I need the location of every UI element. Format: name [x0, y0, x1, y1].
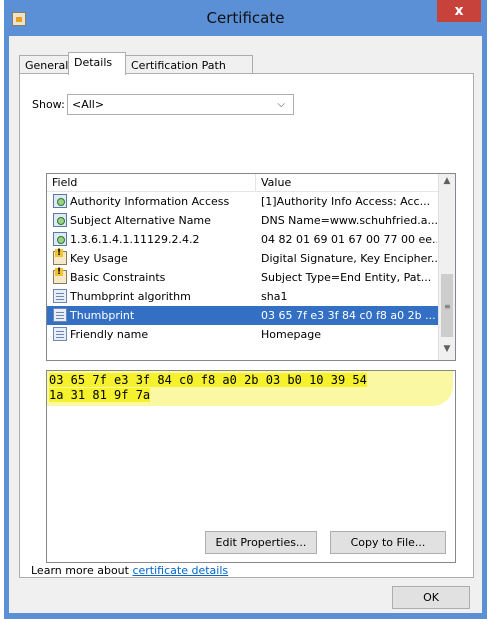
- list-scrollbar[interactable]: ▲ ≡ ▼: [438, 174, 455, 360]
- edit-properties-button[interactable]: Edit Properties...: [205, 531, 317, 554]
- field-value: 03 65 7f e3 3f 84 c0 f8 a0 2b ...: [261, 309, 436, 322]
- learn-more-text: Learn more about certificate details: [31, 564, 228, 577]
- column-header-field[interactable]: Field: [52, 176, 77, 189]
- show-select-value: <All>: [72, 98, 105, 111]
- property-icon: [53, 308, 67, 322]
- scrollbar-thumb[interactable]: ≡: [441, 274, 453, 337]
- list-header: Field Value: [47, 174, 439, 192]
- dialog-body: General Details Certification Path Show:…: [9, 36, 482, 613]
- list-item[interactable]: Friendly name Homepage: [47, 325, 439, 344]
- ok-button[interactable]: OK: [392, 586, 470, 609]
- certificate-details-link[interactable]: certificate details: [132, 564, 228, 577]
- column-header-value[interactable]: Value: [261, 176, 291, 189]
- list-item[interactable]: Thumbprint algorithm sha1: [47, 287, 439, 306]
- copy-to-file-button[interactable]: Copy to File...: [330, 531, 446, 554]
- list-item[interactable]: Key Usage Digital Signature, Key Enciphe…: [47, 249, 439, 268]
- certificate-window: Certificate x General Details Certificat…: [4, 0, 487, 619]
- field-value: Homepage: [261, 328, 321, 341]
- tab-details[interactable]: Details: [68, 52, 126, 75]
- scroll-up-arrow-icon[interactable]: ▲: [439, 176, 455, 190]
- details-panel: Show: <All> ⌵ Field Value Authority Info…: [19, 73, 474, 578]
- field-name: Subject Alternative Name: [70, 214, 211, 227]
- field-value: 04 82 01 69 01 67 00 77 00 ee...: [261, 233, 437, 246]
- field-value: DNS Name=www.schuhfried.a...: [261, 214, 437, 227]
- field-value: sha1: [261, 290, 288, 303]
- learn-more-prefix: Learn more about: [31, 564, 133, 577]
- list-item[interactable]: Authority Information Access [1]Authorit…: [47, 192, 439, 211]
- thumbprint-line-2: 1a 31 81 9f 7a: [49, 388, 151, 402]
- thumbprint-line-1: 03 65 7f e3 3f 84 c0 f8 a0 2b 03 b0 10 3…: [49, 373, 367, 387]
- property-icon: [53, 327, 67, 341]
- list-item[interactable]: 1.3.6.1.4.1.11129.2.4.2 04 82 01 69 01 6…: [47, 230, 439, 249]
- close-button[interactable]: x: [437, 0, 481, 22]
- field-value: [1]Authority Info Access: Acc...: [261, 195, 431, 208]
- critical-extension-icon: [53, 268, 67, 284]
- field-name: Authority Information Access: [70, 195, 230, 208]
- column-divider[interactable]: [255, 174, 256, 191]
- tab-certification-path[interactable]: Certification Path: [125, 55, 253, 74]
- show-label: Show:: [32, 98, 65, 111]
- list-item[interactable]: Basic Constraints Subject Type=End Entit…: [47, 268, 439, 287]
- field-value: Digital Signature, Key Encipher...: [261, 252, 437, 265]
- field-name: Friendly name: [70, 328, 149, 341]
- field-name: Basic Constraints: [70, 271, 166, 284]
- show-select[interactable]: <All> ⌵: [67, 94, 294, 115]
- critical-extension-icon: [53, 249, 67, 265]
- field-name: 1.3.6.1.4.1.11129.2.4.2: [70, 233, 200, 246]
- certificate-field-icon: [53, 213, 67, 227]
- scroll-down-arrow-icon[interactable]: ▼: [439, 344, 455, 358]
- chevron-down-icon: ⌵: [277, 99, 285, 110]
- certificate-field-icon: [53, 194, 67, 208]
- list-item[interactable]: Subject Alternative Name DNS Name=www.sc…: [47, 211, 439, 230]
- window-title: Certificate: [206, 9, 285, 27]
- certificate-field-icon: [53, 232, 67, 246]
- list-item-selected[interactable]: Thumbprint 03 65 7f e3 3f 84 c0 f8 a0 2b…: [47, 306, 439, 325]
- grip-icon: ≡: [444, 302, 451, 311]
- field-value: Subject Type=End Entity, Pat...: [261, 271, 432, 284]
- title-bar[interactable]: Certificate x: [4, 0, 487, 36]
- thumbprint-value: 03 65 7f e3 3f 84 c0 f8 a0 2b 03 b0 10 3…: [47, 371, 439, 403]
- field-list[interactable]: Field Value Authority Information Access…: [46, 173, 456, 361]
- field-name: Thumbprint algorithm: [70, 290, 191, 303]
- tab-general[interactable]: General: [19, 55, 69, 74]
- field-name: Key Usage: [70, 252, 128, 265]
- property-icon: [53, 289, 67, 303]
- field-name: Thumbprint: [70, 309, 135, 322]
